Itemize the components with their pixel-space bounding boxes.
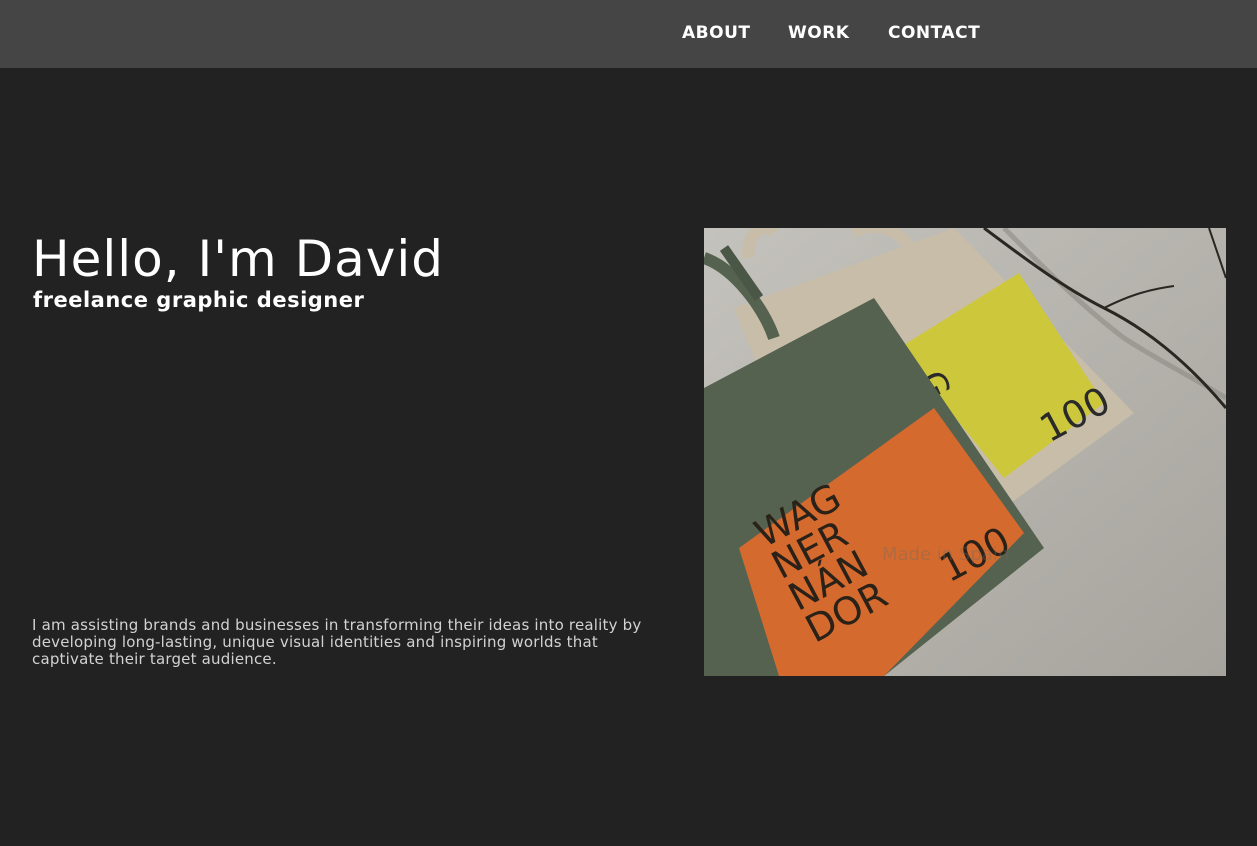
tote-bag-illustration: G RV R 100 WAG NER NÁN DOR 100 Made in S…: [704, 228, 1226, 676]
watermark-text: Made in Spain: [882, 544, 1009, 565]
nav-work-link[interactable]: WORK: [788, 23, 849, 43]
hero-subtitle: freelance graphic designer: [33, 288, 365, 312]
tote-bag-mockup-image: G RV R 100 WAG NER NÁN DOR 100 Made in S…: [704, 228, 1226, 676]
nav-about-link[interactable]: ABOUT: [682, 23, 750, 43]
nav-contact-link[interactable]: CONTACT: [888, 23, 980, 43]
top-navbar: ABOUT WORK CONTACT: [0, 0, 1257, 68]
hero-title: Hello, I'm David: [32, 230, 444, 288]
hero-description: I am assisting brands and businesses in …: [32, 616, 642, 668]
